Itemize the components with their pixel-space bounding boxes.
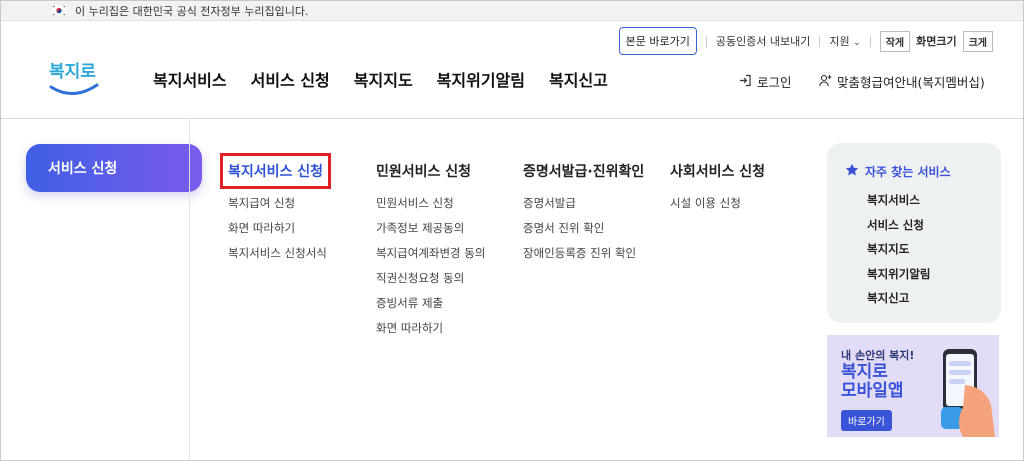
favorites-panel: 자주 찾는 서비스 복지서비스 서비스 신청 복지지도 복지위기알림 복지신고 bbox=[827, 143, 1001, 323]
menu-item[interactable]: 시설 이용 신청 bbox=[670, 195, 765, 220]
login-button[interactable]: 로그인 bbox=[739, 72, 792, 91]
menu-item[interactable]: 증명서 진위 확인 bbox=[523, 220, 644, 245]
menu-heading-certificates[interactable]: 증명서발급·진위확인 bbox=[523, 161, 644, 181]
font-small-button[interactable]: 작게 bbox=[879, 30, 911, 52]
bokjiro-logo[interactable]: 복지로 bbox=[45, 53, 101, 101]
favorite-item[interactable]: 복지신고 bbox=[867, 290, 1001, 315]
banner-title-line2: 모바일앱 bbox=[841, 381, 904, 401]
utility-bar: 본문 바로가기 공동인증서 내보내기 지원 ⌄ 작게 화면크기 크게 bbox=[618, 27, 993, 55]
header-divider bbox=[1, 118, 1023, 119]
phone-hand-icon bbox=[941, 349, 995, 437]
korea-flag-icon bbox=[50, 4, 68, 17]
menu-item[interactable]: 장애인등록증 진위 확인 bbox=[523, 245, 644, 270]
menu-item[interactable]: 가족정보 제공동의 bbox=[376, 220, 485, 245]
gov-banner: 이 누리집은 대한민국 공식 전자정부 누리집입니다. bbox=[1, 1, 1023, 21]
nav-welfare-report[interactable]: 복지신고 bbox=[549, 67, 608, 91]
menu-item[interactable]: 화면 따라하기 bbox=[376, 320, 485, 345]
gov-banner-text: 이 누리집은 대한민국 공식 전자정부 누리집입니다. bbox=[75, 4, 309, 18]
menu-item[interactable]: 직권신청요청 동의 bbox=[376, 270, 485, 295]
favorite-item[interactable]: 복지지도 bbox=[867, 241, 1001, 266]
menu-heading-civil-apply[interactable]: 민원서비스 신청 bbox=[376, 161, 485, 181]
benefit-guide-label: 맞춤형급여안내(복지멤버십) bbox=[837, 75, 985, 90]
divider bbox=[819, 35, 821, 47]
menu-item[interactable]: 증명서발급 bbox=[523, 195, 644, 220]
benefit-guide-link[interactable]: 맞춤형급여안내(복지멤버십) bbox=[819, 72, 985, 91]
main-nav: 복지서비스 서비스 신청 복지지도 복지위기알림 복지신고 bbox=[153, 67, 632, 91]
menu-item[interactable]: 증빙서류 제출 bbox=[376, 295, 485, 320]
login-icon bbox=[739, 74, 752, 90]
nav-service-apply[interactable]: 서비스 신청 bbox=[251, 67, 330, 91]
font-large-button[interactable]: 크게 bbox=[962, 30, 993, 52]
nav-crisis-alert[interactable]: 복지위기알림 bbox=[437, 67, 525, 91]
menu-column-welfare-apply: 복지서비스 신청 복지급여 신청 화면 따라하기 복지서비스 신청서식 bbox=[219, 153, 332, 270]
login-label: 로그인 bbox=[757, 75, 792, 90]
nav-welfare-map[interactable]: 복지지도 bbox=[354, 67, 413, 91]
menu-item[interactable]: 민원서비스 신청 bbox=[376, 195, 485, 220]
star-icon bbox=[845, 163, 859, 180]
banner-go-button[interactable]: 바로가기 bbox=[841, 410, 892, 431]
mobile-app-banner[interactable]: 내 손안의 복지! 복지로 모바일앱 바로가기 bbox=[827, 335, 999, 437]
user-add-icon bbox=[819, 74, 832, 90]
divider bbox=[869, 35, 871, 47]
menu-item[interactable]: 화면 따라하기 bbox=[228, 220, 327, 245]
menu-item[interactable]: 복지서비스 신청서식 bbox=[228, 245, 327, 270]
favorites-title-label: 자주 찾는 서비스 bbox=[865, 165, 951, 179]
banner-title: 복지로 모바일앱 bbox=[841, 363, 904, 401]
cert-export-link[interactable]: 공동인증서 내보내기 bbox=[716, 33, 811, 49]
support-label: 지원 bbox=[829, 35, 850, 48]
side-active-service-apply[interactable]: 서비스 신청 bbox=[26, 144, 202, 192]
banner-tagline: 내 손안의 복지! bbox=[841, 349, 915, 362]
logo-text: 복지로 bbox=[49, 62, 96, 82]
menu-heading-social-service[interactable]: 사회서비스 신청 bbox=[670, 161, 765, 181]
favorite-item[interactable]: 복지위기알림 bbox=[867, 266, 1001, 291]
font-size-label: 화면크기 bbox=[916, 35, 957, 48]
divider bbox=[705, 35, 707, 47]
menu-item[interactable]: 복지급여 신청 bbox=[228, 195, 327, 220]
menu-column-social-service: 사회서비스 신청 시설 이용 신청 bbox=[670, 161, 765, 220]
favorites-title: 자주 찾는 서비스 bbox=[845, 163, 1001, 180]
nav-welfare-service[interactable]: 복지서비스 bbox=[153, 67, 227, 91]
favorite-item[interactable]: 복지서비스 bbox=[867, 192, 1001, 217]
menu-column-civil-apply: 민원서비스 신청 민원서비스 신청 가족정보 제공동의 복지급여계좌변경 동의 … bbox=[376, 161, 485, 345]
skip-to-content-button[interactable]: 본문 바로가기 bbox=[618, 27, 697, 55]
menu-column-certificates: 증명서발급·진위확인 증명서발급 증명서 진위 확인 장애인등록증 진위 확인 bbox=[523, 161, 644, 270]
chevron-down-icon: ⌄ bbox=[853, 38, 861, 48]
banner-title-line1: 복지로 bbox=[841, 362, 888, 382]
favorite-item[interactable]: 서비스 신청 bbox=[867, 217, 1001, 242]
support-dropdown[interactable]: 지원 ⌄ bbox=[829, 33, 860, 49]
menu-divider bbox=[189, 119, 190, 461]
menu-heading-welfare-apply[interactable]: 복지서비스 신청 bbox=[219, 153, 332, 189]
menu-item[interactable]: 복지급여계좌변경 동의 bbox=[376, 245, 485, 270]
